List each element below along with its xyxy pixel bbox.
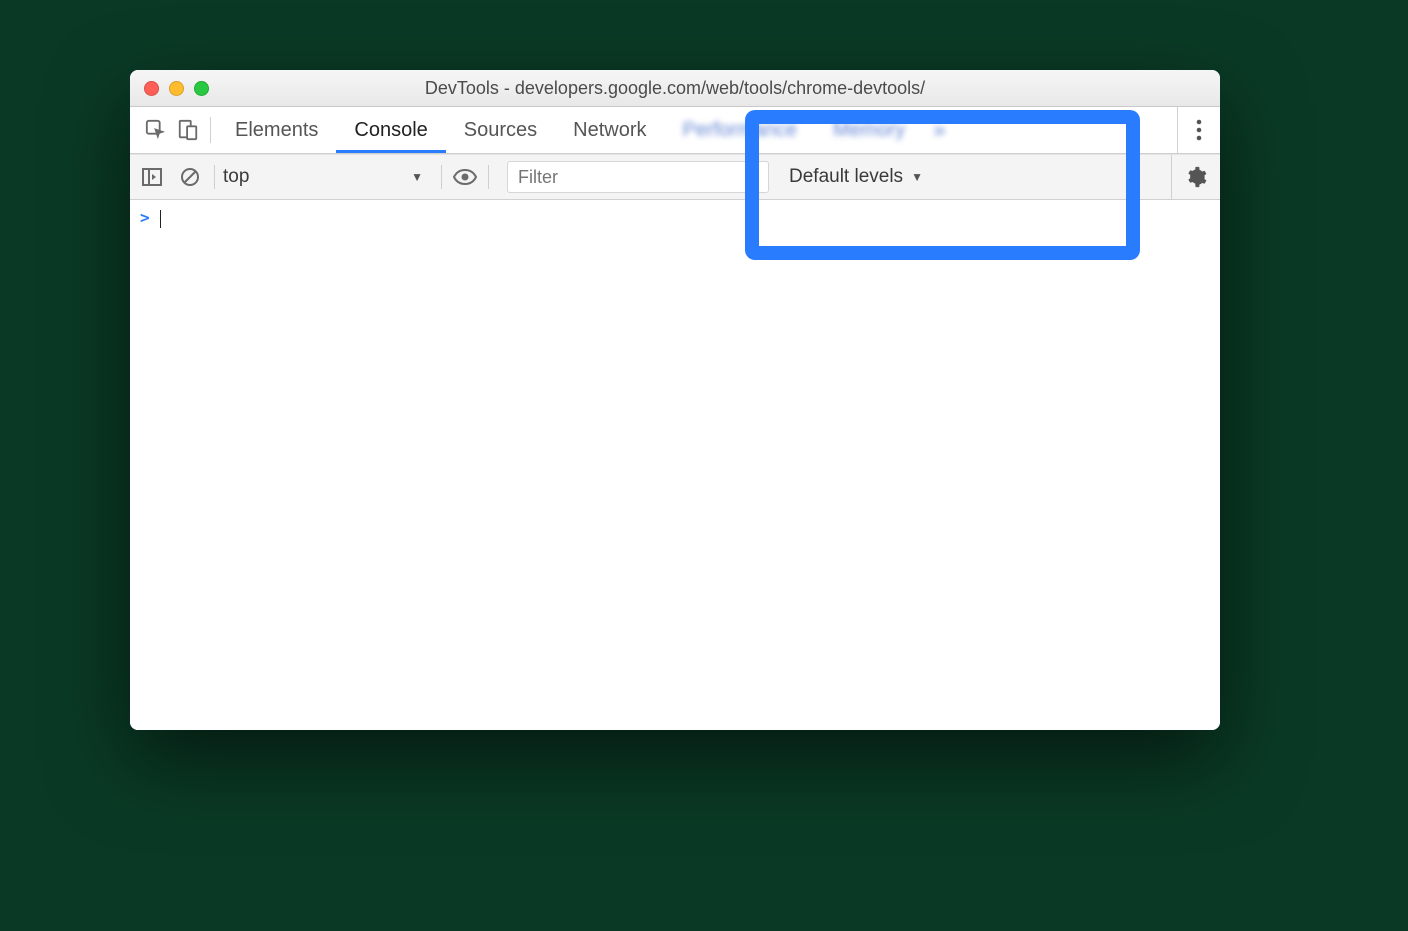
toolbar-separator-3	[488, 165, 489, 189]
filter-input[interactable]	[507, 161, 769, 193]
console-toolbar: top ▼ Default levels ▼	[130, 154, 1220, 200]
tab-memory[interactable]: Memory	[815, 107, 923, 153]
chevron-down-icon: ▼	[911, 170, 923, 184]
tab-sources[interactable]: Sources	[446, 107, 555, 153]
device-toolbar-icon[interactable]	[172, 114, 204, 146]
tab-elements[interactable]: Elements	[217, 107, 336, 153]
close-window-button[interactable]	[144, 81, 159, 96]
console-prompt-icon: >	[140, 208, 150, 227]
traffic-lights	[144, 81, 209, 96]
levels-label: Default levels	[789, 166, 903, 188]
window-title: DevTools - developers.google.com/web/too…	[130, 78, 1220, 99]
toolbar-separator	[214, 165, 215, 189]
execution-context-selector[interactable]: top ▼	[223, 163, 433, 191]
console-output[interactable]: >	[130, 200, 1220, 730]
log-levels-selector[interactable]: Default levels ▼	[789, 162, 923, 192]
text-caret	[160, 210, 161, 228]
kebab-menu-icon[interactable]	[1177, 107, 1220, 153]
inspect-element-icon[interactable]	[140, 114, 172, 146]
tab-performance[interactable]: Performance	[665, 107, 816, 153]
tab-console[interactable]: Console	[336, 107, 445, 153]
devtools-window: DevTools - developers.google.com/web/too…	[130, 70, 1220, 730]
titlebar: DevTools - developers.google.com/web/too…	[130, 70, 1220, 107]
minimize-window-button[interactable]	[169, 81, 184, 96]
chevron-down-icon: ▼	[411, 170, 423, 184]
tabbar: Elements Console Sources Network Perform…	[130, 107, 1220, 154]
context-label: top	[223, 166, 249, 188]
toolbar-separator-2	[441, 165, 442, 189]
console-settings-icon[interactable]	[1171, 155, 1220, 199]
clear-console-icon[interactable]	[174, 161, 206, 193]
live-expression-icon[interactable]	[450, 169, 480, 185]
tabbar-separator	[210, 117, 211, 143]
tab-network[interactable]: Network	[555, 107, 664, 153]
more-tabs-icon[interactable]: »	[923, 117, 955, 143]
zoom-window-button[interactable]	[194, 81, 209, 96]
show-console-sidebar-icon[interactable]	[136, 161, 168, 193]
